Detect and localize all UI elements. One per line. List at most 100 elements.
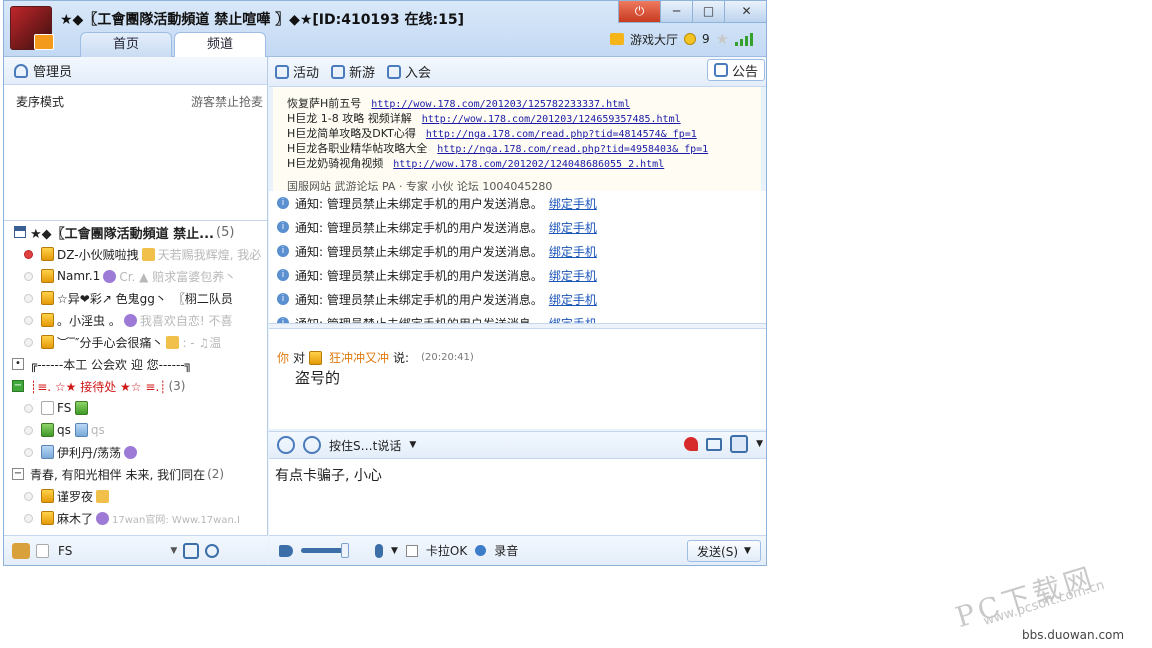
member-icon [41,423,54,437]
karaoke-checkbox[interactable] [405,544,418,557]
announcement-link[interactable]: http://wow.178.com/201203/125782233337.h… [371,99,630,110]
badge-icon [123,313,137,327]
list-item[interactable]: 。小淫虫 。 我喜欢自恋! 不喜 [4,309,268,331]
member-icon [36,543,49,558]
channel-tree: ★◆〖工會團隊活動頻道 禁止... (5) DZ-小伙贼啦拽 天若赐我辉煌, 我… [4,221,268,536]
chevron-down-icon[interactable]: ▼ [756,439,763,449]
record-label[interactable]: 录音 [494,542,518,559]
message-input[interactable]: 有点卡骗子, 小心 [269,459,766,535]
notice-label: 公告 [731,64,758,80]
join-icon [387,64,402,79]
list-item[interactable]: 伊利丹/荡荡 [4,441,268,463]
voice-mode-icon[interactable] [303,436,321,454]
chevron-down-icon[interactable]: ▼ [744,546,751,556]
bind-phone-link[interactable]: 绑定手机 [549,195,597,212]
status-dot-icon [24,447,33,457]
search-icon[interactable] [205,543,220,558]
vip-crown-icon [41,489,54,503]
announcement-line: 恢复萨H前五号 http://wow.178.com/201203/1257822… [287,97,761,112]
list-item[interactable]: ︶‾″分手心会很痛丶 : - ♫温 [4,331,268,353]
collapse-icon[interactable]: − [12,468,24,480]
karaoke-label: 卡拉OK [425,544,468,558]
volume-slider-knob[interactable] [341,543,349,558]
mic-mode-label[interactable]: 麦序模式 [16,93,64,110]
emoji-icon[interactable] [277,436,295,454]
left-panel: 管理员 麦序模式 游客禁止抢麦 ★◆〖工會團隊活動頻道 禁止... (5) DZ… [4,57,268,565]
channel-toolbar: 活动 新游 入会 公告 [269,57,766,87]
bind-phone-link[interactable]: 绑定手机 [549,291,597,308]
announcement-text: H巨龙奶骑视角视频 [287,157,384,170]
list-item[interactable]: Namr.1 Cr. ▲ 赔求富婆包养丶 [4,265,268,287]
system-message-text: 通知: 管理员禁止未绑定手机的用户发送消息。 [295,268,543,283]
microphone-icon[interactable] [375,543,383,558]
system-message: i 通知: 管理员禁止未绑定手机的用户发送消息。绑定手机 [269,239,766,263]
gem-icon [75,401,89,415]
toolbox-icon[interactable] [706,437,723,451]
system-message-text: 通知: 管理员禁止未绑定手机的用户发送消息。 [295,220,543,235]
notice-button[interactable]: 公告 [706,59,765,81]
subchannel-row[interactable]: − ┊≡. ☆★ 接待处 ★☆ ≡.┊ (3) [4,375,268,397]
list-item[interactable]: qs qs [4,419,268,441]
list-item[interactable]: 谨罗夜 [4,485,268,507]
new-game-button[interactable]: 新游 [331,62,375,81]
announcement-link[interactable]: http://nga.178.com/read.php?tid=4814574&… [426,129,697,140]
list-item[interactable]: FS [4,397,268,419]
announcement-line: H巨龙简单攻略及DKT心得 http://nga.178.com/read.php… [287,127,761,142]
announcement-link[interactable]: http://wow.178.com/201203/124659357485.h… [422,114,681,125]
close-icon[interactable]: ✕ [724,1,766,23]
send-button[interactable]: 发送(S) ▼ [687,540,761,562]
subchannel-row[interactable]: • ╔------本工 公会欢 迎 您------╗ [4,353,268,375]
star-icon[interactable]: ★ [716,30,729,48]
subchannel-name: 青春, 有阳光相伴 未来, 我们同在 [30,467,206,482]
flower-icon[interactable] [684,437,699,451]
subchannel-count: (2) [207,467,225,481]
power-icon[interactable]: ⏻ [618,1,660,23]
collapse-icon[interactable]: − [12,380,24,392]
bind-phone-link[interactable]: 绑定手机 [549,243,597,260]
chevron-down-icon[interactable]: ▼ [391,546,398,556]
announcement-link[interactable]: http://wow.178.com/201202/124048686055 2… [393,159,664,170]
channel-root[interactable]: ★◆〖工會團隊活動頻道 禁止... (5) [4,221,268,243]
join-guild-button[interactable]: 入会 [387,62,431,81]
speaker-icon[interactable] [279,544,293,557]
tab-channel[interactable]: 频道 [174,32,266,57]
maximize-icon[interactable]: □ [692,1,724,23]
chevron-down-icon[interactable]: ▼ [409,440,416,450]
join-label: 入会 [405,66,432,81]
volume-slider[interactable] [301,543,349,558]
settings-icon[interactable] [183,542,200,559]
push-to-talk-selector[interactable]: 按住S…t说话 [329,437,401,454]
chat-target[interactable]: 狂冲冲又冲 [329,349,389,366]
list-item[interactable]: DZ-小伙贼啦拽 天若赐我辉煌, 我必 [4,243,268,265]
chat-settings-icon[interactable] [730,435,749,453]
collapse-dot-icon[interactable]: • [12,358,24,370]
channel-title: ★◆〖工會團隊活動頻道 禁止喧嘩 〗◆★[ID:410193 在线:15] [60,12,465,28]
subchannel-name: ┊≡. ☆★ 接待处 ★☆ ≡.┊ [30,379,167,394]
announcement-line: H巨龙各职业精华帖攻略大全 http://nga.178.com/read.php… [287,142,761,157]
send-label: 发送(S) [697,544,739,559]
list-item[interactable]: ☆异❤彩↗ 色鬼gg丶 〖栩二队员 [4,287,268,309]
tab-home[interactable]: 首页 [80,32,172,57]
admin-bar[interactable]: 管理员 [4,57,267,85]
member-signature: 我喜欢自恋! 不喜 [139,313,233,328]
announcement-link[interactable]: http://nga.178.com/read.php?tid=4958403&… [437,144,708,155]
game-hall-icon[interactable] [610,33,624,45]
avatar[interactable] [12,542,30,559]
vip-crown-icon [41,511,54,525]
record-icon[interactable] [475,545,487,556]
badge-icon [141,247,155,261]
bind-phone-link[interactable]: 绑定手机 [549,267,597,284]
bind-phone-link[interactable]: 绑定手机 [549,219,597,236]
minimize-icon[interactable]: ─ [660,1,692,23]
bind-phone-link[interactable]: 绑定手机 [549,315,597,324]
system-message-text: 通知: 管理员禁止未绑定手机的用户发送消息。 [295,196,543,211]
list-item[interactable]: 麻木了 17wan官网: Www.17wan.I [4,507,268,529]
subchannel-row[interactable]: − 青春, 有阳光相伴 未来, 我们同在 (2) [4,463,268,485]
system-message-list: i 通知: 管理员禁止未绑定手机的用户发送消息。 绑定手机 i 通知: 管理员禁止未绑… [269,191,766,324]
member-signature: 〖栩二队员 [172,291,233,306]
game-hall-link[interactable]: 游戏大厅 [630,31,678,48]
activity-button[interactable]: 活动 [275,62,319,81]
member-icon [41,445,54,459]
current-user-name[interactable]: FS [58,544,72,558]
chevron-down-icon[interactable]: ▼ [170,546,177,556]
